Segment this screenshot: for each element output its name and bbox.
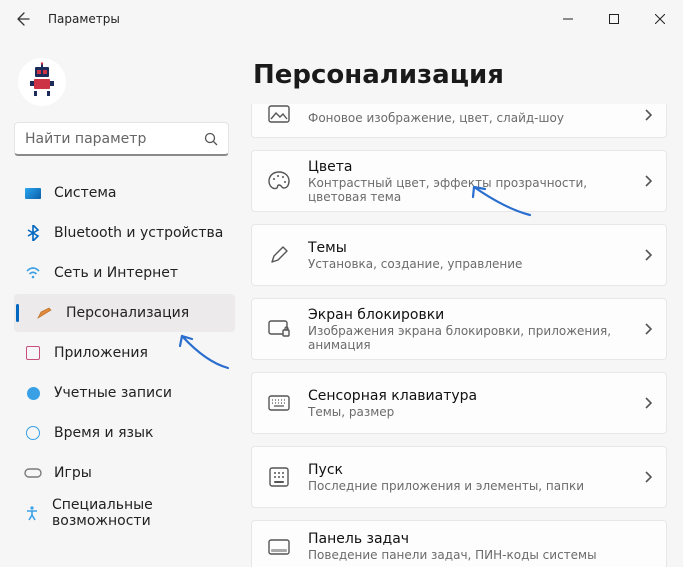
page-title: Персонализация	[253, 60, 673, 90]
window-controls	[545, 0, 683, 38]
monitor-lock-icon	[268, 318, 290, 340]
chevron-right-icon	[644, 394, 652, 413]
clock-icon	[24, 424, 42, 442]
nav-label: Время и язык	[54, 425, 153, 441]
minimize-button[interactable]	[545, 0, 591, 38]
card-title: Экран блокировки	[308, 307, 626, 323]
card-touch-keyboard[interactable]: Сенсорная клавиатура Темы, размер	[251, 372, 667, 434]
pen-icon	[268, 244, 290, 266]
start-menu-icon	[268, 466, 290, 488]
taskbar-icon	[268, 536, 290, 558]
card-title: Темы	[308, 240, 626, 256]
arrow-left-icon	[14, 11, 30, 27]
apps-icon	[24, 344, 42, 362]
nav-item-apps[interactable]: Приложения	[14, 334, 235, 372]
account-icon	[24, 384, 42, 402]
card-subtitle: Поведение панели задач, ПИН-коды системы	[308, 548, 626, 562]
card-themes[interactable]: Темы Установка, создание, управление	[251, 224, 667, 286]
titlebar: Параметры	[0, 0, 683, 38]
card-colors[interactable]: Цвета Контрастный цвет, эффекты прозрачн…	[251, 150, 667, 212]
app-title: Параметры	[48, 12, 120, 26]
card-subtitle: Установка, создание, управление	[308, 257, 626, 271]
card-subtitle: Фоновое изображение, цвет, слайд-шоу	[308, 111, 626, 125]
nav-item-bluetooth[interactable]: Bluetooth и устройства	[14, 214, 235, 252]
nav-label: Игры	[54, 465, 92, 481]
card-lockscreen[interactable]: Экран блокировки Изображения экрана блок…	[251, 298, 667, 360]
card-subtitle: Последние приложения и элементы, папки	[308, 479, 626, 493]
brush-icon	[36, 304, 54, 322]
card-title: Сенсорная клавиатура	[308, 388, 626, 404]
nav-item-time[interactable]: Время и язык	[14, 414, 235, 452]
system-icon	[24, 184, 42, 202]
nav-item-accessibility[interactable]: Специальные возможности	[14, 494, 235, 532]
titlebar-left: Параметры	[14, 11, 120, 27]
bluetooth-icon	[24, 224, 42, 242]
close-button[interactable]	[637, 0, 683, 38]
chevron-right-icon	[644, 320, 652, 339]
card-background[interactable]: Фоновое изображение, цвет, слайд-шоу	[251, 104, 667, 138]
gamepad-icon	[24, 464, 42, 482]
nav-label: Приложения	[54, 345, 148, 361]
card-start[interactable]: Пуск Последние приложения и элементы, па…	[251, 446, 667, 508]
search-icon	[204, 132, 218, 146]
picture-icon	[268, 104, 290, 125]
chevron-right-icon	[644, 172, 652, 191]
card-title: Панель задач	[308, 531, 626, 547]
sidebar: Найти параметр Система Bluetooth и устро…	[0, 38, 243, 567]
avatar-icon	[22, 62, 62, 102]
nav-label: Система	[54, 185, 116, 201]
nav-item-system[interactable]: Система	[14, 174, 235, 212]
nav-label: Учетные записи	[54, 385, 172, 401]
close-icon	[655, 14, 665, 24]
card-subtitle: Контрастный цвет, эффекты прозрачности, …	[308, 176, 626, 204]
chevron-right-icon	[644, 246, 652, 265]
keyboard-icon	[268, 392, 290, 414]
accessibility-icon	[24, 504, 40, 522]
content-area: Персонализация Фоновое изображение, цвет…	[243, 38, 683, 567]
search-placeholder: Найти параметр	[25, 131, 146, 147]
nav-item-gaming[interactable]: Игры	[14, 454, 235, 492]
card-taskbar[interactable]: Панель задач Поведение панели задач, ПИН…	[251, 520, 667, 567]
maximize-button[interactable]	[591, 0, 637, 38]
card-title: Цвета	[308, 159, 626, 175]
nav-label: Сеть и Интернет	[54, 265, 178, 281]
nav-list: Система Bluetooth и устройства Сеть и Ин…	[14, 174, 235, 532]
card-subtitle: Изображения экрана блокировки, приложени…	[308, 324, 626, 352]
chevron-right-icon	[644, 468, 652, 487]
nav-label: Bluetooth и устройства	[54, 225, 223, 241]
nav-item-network[interactable]: Сеть и Интернет	[14, 254, 235, 292]
nav-item-personalization[interactable]: Персонализация	[14, 294, 235, 332]
settings-list[interactable]: Фоновое изображение, цвет, слайд-шоу Цве…	[251, 104, 673, 567]
chevron-right-icon	[644, 106, 652, 125]
nav-label: Персонализация	[66, 305, 189, 321]
card-title: Пуск	[308, 462, 626, 478]
user-avatar[interactable]	[18, 58, 66, 106]
nav-label: Специальные возможности	[52, 497, 227, 529]
maximize-icon	[609, 14, 619, 24]
search-input[interactable]: Найти параметр	[14, 122, 229, 156]
palette-icon	[268, 170, 290, 192]
card-subtitle: Темы, размер	[308, 405, 626, 419]
wifi-icon	[24, 264, 42, 282]
minimize-icon	[563, 14, 573, 24]
back-button[interactable]	[14, 11, 30, 27]
nav-item-accounts[interactable]: Учетные записи	[14, 374, 235, 412]
